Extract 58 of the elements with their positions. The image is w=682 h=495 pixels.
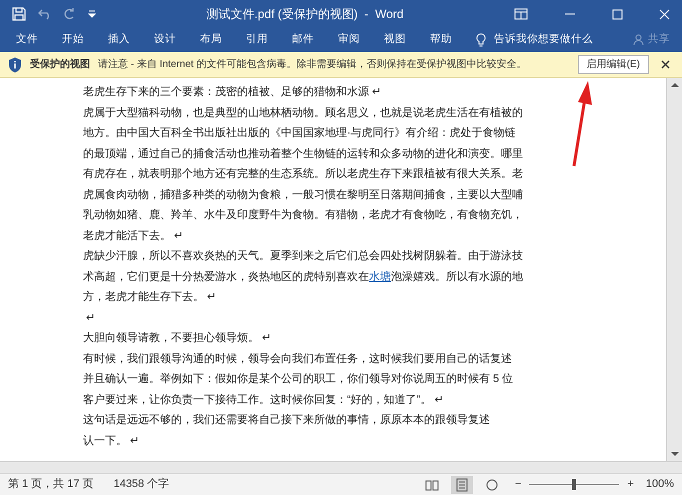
ribbon-tab[interactable]: 引用 <box>242 32 272 48</box>
maximize-icon[interactable] <box>612 8 623 20</box>
scroll-down-icon[interactable] <box>670 451 678 457</box>
document-line: 虎属于大型猫科动物，也是典型的山地林栖动物。顾名思义，也就是说老虎生活在有植被的 <box>83 106 524 120</box>
document-line: 并且确认一遍。举例如下：假如你是某个公司的职工，你们领导对你说周五的时候有 5 位 <box>83 372 514 387</box>
document-line: 认一下。 ↵ <box>83 434 140 448</box>
ribbon-tab[interactable]: 文件 <box>12 32 42 48</box>
document-line: 有时候，我们跟领导沟通的时候，领导会向我们布置任务，这时候我们要用自己的话复述 <box>83 352 513 366</box>
ribbon-tab[interactable]: 设计 <box>150 32 180 48</box>
protected-view-title: 受保护的视图 <box>30 57 90 72</box>
zoom-level[interactable]: 100% <box>646 476 674 493</box>
ribbon-tab[interactable]: 邮件 <box>288 32 318 48</box>
link[interactable]: 水塘 <box>369 270 391 282</box>
document-line: 的最顶端，通过自己的捕食活动也推动着整个生物链的运转和众多动物的进化和演变。哪里 <box>83 146 524 162</box>
tell-me-field[interactable]: 告诉我你想要做什么 <box>494 32 593 48</box>
ribbon-tab[interactable]: 插入 <box>104 32 134 48</box>
info-shield-icon <box>8 56 22 72</box>
document-line: 老虎才能活下去。 ↵ <box>83 228 184 244</box>
save-icon[interactable] <box>12 7 26 21</box>
caret-icon[interactable] <box>88 10 96 18</box>
document-line: 有虎存在，就表明那个地方还有完整的生态系统。所以老虎生存下来跟植被有很大关系。老 <box>83 166 524 182</box>
zoom-thumb[interactable] <box>572 479 576 490</box>
zoom-slider[interactable] <box>529 479 620 490</box>
ribbon-tab[interactable]: 布局 <box>196 32 226 48</box>
zoom-in-button[interactable]: + <box>627 476 634 493</box>
close-icon[interactable] <box>661 60 670 69</box>
document-line: 客户要过来，让你负责一下接待工作。这时候你回复：“好的，知道了”。 ↵ <box>83 392 444 408</box>
document-line: ↵ <box>85 310 96 326</box>
ribbon-display-icon[interactable] <box>514 8 528 20</box>
ribbon-tab[interactable]: 审阅 <box>334 32 364 48</box>
scroll-up-icon[interactable] <box>670 82 678 88</box>
document-line: 这句话是远远不够的，我们还需要将自己接下来所做的事情，原原本本的跟领导复述 <box>83 412 491 428</box>
document-line: 虎缺少汗腺，所以不喜欢炎热的天气。夏季到来之后它们总会四处找树阴躲着。由于游泳技 <box>83 248 524 264</box>
web-layout-icon[interactable] <box>484 478 499 490</box>
undo-icon[interactable] <box>38 8 52 20</box>
document-line: 方，老虎才能生存下去。 ↵ <box>83 290 218 305</box>
enable-editing-button[interactable]: 启用编辑(E) <box>578 55 649 74</box>
person-icon <box>633 34 644 46</box>
document-line: 术高超，它们更是十分热爱游水，炎热地区的虎特别喜欢在水塘泡澡嬉戏。所以有水源的地 <box>83 270 524 284</box>
lightbulb-icon <box>476 33 486 47</box>
ribbon-tab[interactable]: 视图 <box>380 32 410 48</box>
vertical-scrollbar[interactable] <box>666 78 682 461</box>
document-line: 乳动物如猪、鹿、羚羊、水牛及印度野牛为食物。有猎物，老虎才有食物吃，有食物充饥， <box>83 208 524 223</box>
read-mode-icon[interactable] <box>424 478 439 490</box>
ribbon-tab[interactable]: 帮助 <box>426 32 456 48</box>
zoom-out-button[interactable]: − <box>514 476 522 493</box>
document-line: 大胆向领导请教，不要担心领导烦。 ↵ <box>83 330 272 346</box>
document-line: 老虎生存下来的三个要素：茂密的植被、足够的猎物和水源 ↵ <box>83 84 382 100</box>
document-line: 地方。由中国大百科全书出版社出版的《中国国家地理·与虎同行》有介绍：虎处于食物链 <box>83 126 517 141</box>
redo-icon[interactable] <box>64 8 76 20</box>
print-layout-icon[interactable] <box>450 476 473 494</box>
document-line: 虎属食肉动物，捕猎多种类的动物为食粮，一般习惯在黎明至日落期间捕食，主要以大型哺 <box>83 188 524 202</box>
word-count[interactable]: 14358 个字 <box>114 476 170 493</box>
horizontal-scrollbar[interactable] <box>0 461 682 473</box>
ribbon-tab[interactable]: 开始 <box>58 32 88 48</box>
window-title: 测试文件.pdf (受保护的视图) - Word <box>206 6 404 23</box>
page-count[interactable]: 第 1 页，共 17 页 <box>8 476 94 493</box>
protected-view-message: 请注意 - 来自 Internet 的文件可能包含病毒。除非需要编辑，否则保持在受保护视图中比较安全。 <box>98 58 526 72</box>
